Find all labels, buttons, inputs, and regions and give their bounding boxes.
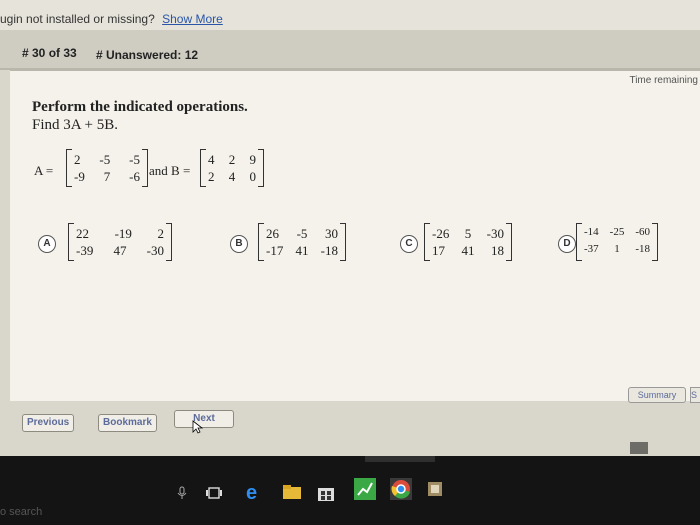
choice-d-cell: 1 (614, 243, 620, 255)
taskbar-search-box[interactable]: o search (0, 506, 42, 518)
choice-a-radio[interactable]: A (38, 235, 56, 253)
choice-d-row: -14 -25 -60 (584, 226, 650, 242)
choice-d-radio[interactable]: D (558, 235, 576, 253)
choice-b-cell: -5 (296, 226, 308, 241)
matrix-b-cell: 4 (208, 152, 215, 167)
choice-d-cell: -37 (584, 243, 599, 255)
question-counter: # 30 of 33 (22, 46, 77, 60)
choice-a-cell: 22 (76, 226, 89, 241)
matrix-b-cell: 2 (228, 152, 236, 167)
plugin-warning-bar: ugin not installed or missing? Show More (0, 0, 700, 30)
matrix-a-row: -9 7 -6 (74, 169, 140, 185)
matrix-a-label: A = (34, 163, 54, 178)
choice-a-row: -39 47 -30 (76, 243, 164, 259)
matrix-a-cell: -9 (74, 169, 85, 184)
matrix-b-row: 4 2 9 (208, 152, 256, 168)
choice-a-cell: -39 (76, 243, 94, 258)
choice-c-cell: -26 (432, 226, 450, 241)
matrix-a-cell: -5 (99, 152, 111, 167)
question-nav-bar: # 30 of 33 # Unanswered: 12 (0, 30, 700, 70)
choice-c-matrix[interactable]: -26 5 -30 17 41 18 (424, 223, 512, 261)
choice-b-cell: 26 (266, 226, 279, 241)
bookmark-button[interactable]: Bookmark (98, 414, 157, 432)
choice-c-row: -26 5 -30 (432, 226, 504, 242)
matrix-a-cell: -5 (129, 152, 140, 167)
store-icon[interactable] (316, 484, 336, 502)
svg-text:e: e (246, 482, 257, 502)
matrix-b-label: and B = (149, 163, 191, 178)
edge-browser-icon[interactable]: e (244, 482, 264, 502)
matrix-b-row: 2 4 0 (208, 169, 256, 185)
choice-b-row: 26 -5 30 (266, 226, 338, 242)
choice-b-radio[interactable]: B (230, 235, 248, 253)
mouse-cursor-icon (192, 420, 204, 434)
matrix-b: 4 2 9 2 4 0 (200, 149, 264, 187)
choice-d-row: -37 1 -18 (584, 243, 650, 259)
matrix-a: 2 -5 -5 -9 7 -6 (66, 149, 148, 187)
choice-c-row: 17 41 18 (432, 243, 504, 259)
choice-a-cell: -19 (114, 226, 132, 241)
question-instruction: Perform the indicated operations. (32, 99, 248, 115)
matrix-a-cell: -6 (129, 169, 140, 184)
plugin-warning: ugin not installed or missing? Show More (0, 12, 223, 26)
choice-a-cell: 2 (157, 226, 165, 241)
matrix-b-cell: 0 (249, 169, 257, 184)
choice-b-cell: 41 (295, 243, 309, 258)
choice-d-matrix[interactable]: -14 -25 -60 -37 1 -18 (576, 223, 658, 261)
chart-app-icon[interactable] (354, 478, 376, 500)
windows-taskbar: o search e (0, 456, 700, 525)
microphone-icon[interactable] (176, 486, 188, 500)
app-icon[interactable] (428, 482, 442, 496)
unanswered-counter[interactable]: # Unanswered: 12 (96, 48, 198, 62)
choice-c-cell: 17 (432, 243, 445, 258)
question-panel: Time remaining Perform the indicated ope… (10, 70, 700, 403)
summary-button[interactable]: Summary (628, 387, 686, 403)
matrix-a-cell: 2 (74, 152, 81, 167)
choice-b-row: -17 41 -18 (266, 243, 338, 259)
chrome-icon[interactable] (390, 478, 412, 500)
choice-b-cell: -18 (320, 243, 338, 258)
show-more-link[interactable]: Show More (162, 12, 223, 26)
choice-c-cell: -30 (486, 226, 504, 241)
matrix-a-cell: 7 (103, 169, 111, 184)
choice-c-radio[interactable]: C (400, 235, 418, 253)
choice-d-cell: -18 (635, 243, 650, 255)
choice-c-cell: 41 (461, 243, 475, 258)
matrix-b-cell: 4 (228, 169, 236, 184)
choice-a-matrix[interactable]: 22 -19 2 -39 47 -30 (68, 223, 172, 261)
choice-b-cell: 30 (325, 226, 338, 241)
choice-c-cell: 5 (464, 226, 472, 241)
choice-a-row: 22 -19 2 (76, 226, 164, 242)
matrix-b-cell: 2 (208, 169, 215, 184)
file-explorer-icon[interactable] (282, 484, 302, 500)
previous-button[interactable]: Previous (22, 414, 75, 432)
choice-d-cell: -14 (584, 226, 599, 238)
notification-icon[interactable] (630, 442, 648, 454)
choice-b-matrix[interactable]: 26 -5 30 -17 41 -18 (258, 223, 346, 261)
plugin-warning-text: ugin not installed or missing? (0, 12, 155, 26)
choice-d-cell: -25 (609, 226, 625, 238)
time-remaining-label: Time remaining (629, 75, 698, 86)
next-button[interactable]: Next (174, 410, 234, 428)
choice-c-cell: 18 (491, 243, 504, 258)
choice-d-cell: -60 (635, 226, 650, 238)
choice-a-cell: 47 (113, 243, 127, 258)
matrix-a-row: 2 -5 -5 (74, 152, 140, 168)
matrix-b-cell: 9 (249, 152, 257, 167)
taskbar-highlight (365, 456, 435, 462)
task-view-icon[interactable] (206, 486, 222, 500)
question-subinstruction: Find 3A + 5B. (32, 117, 118, 133)
choice-a-cell: -30 (146, 243, 164, 258)
choice-b-cell: -17 (266, 243, 284, 258)
summary-button-partial[interactable]: S (690, 387, 700, 403)
